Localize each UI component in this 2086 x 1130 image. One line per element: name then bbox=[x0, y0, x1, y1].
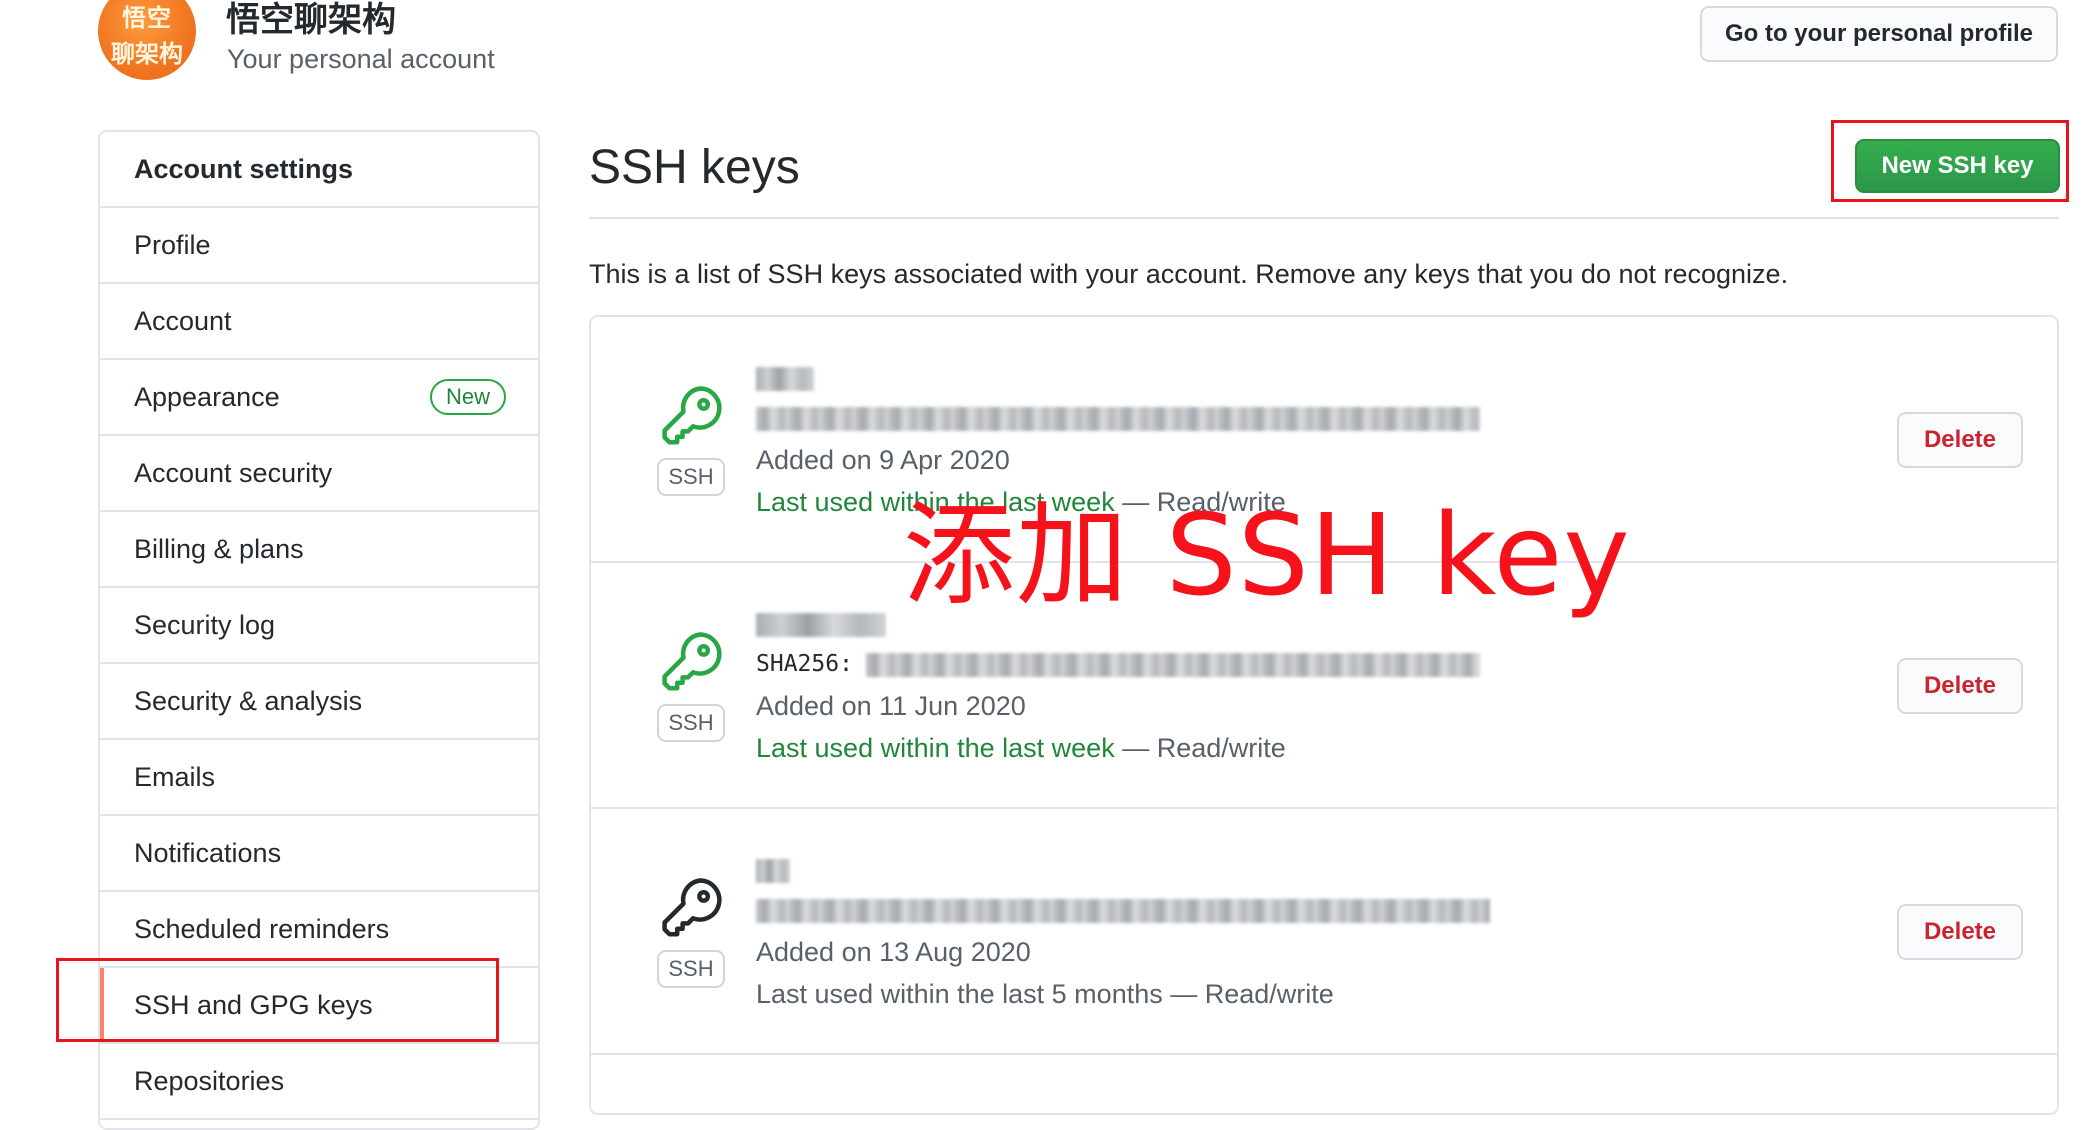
highlight-box-new-key bbox=[1831, 120, 2069, 202]
sidebar-item-repositories[interactable]: Repositories bbox=[100, 1044, 538, 1120]
key-fingerprint-redacted bbox=[756, 899, 1490, 923]
sidebar-item-label: Appearance bbox=[134, 381, 280, 412]
ssh-badge: SSH bbox=[657, 704, 725, 742]
avatar-text-line1: 悟空 bbox=[122, 4, 172, 32]
key-icon bbox=[662, 386, 722, 445]
ssh-badge: SSH bbox=[657, 950, 725, 988]
sidebar-item-appearance[interactable]: Appearance New bbox=[100, 360, 538, 436]
key-icon bbox=[662, 632, 722, 691]
ssh-key-list: SSH Added on 9 Apr 2020 Last used within… bbox=[589, 315, 2059, 1115]
go-to-profile-button[interactable]: Go to your personal profile bbox=[1700, 6, 2058, 62]
key-icon bbox=[662, 878, 722, 937]
account-name[interactable]: 悟空聊架构 bbox=[226, 0, 396, 41]
last-used-access: — Read/write bbox=[1114, 733, 1286, 763]
title-divider bbox=[589, 217, 2059, 219]
key-added-date: Added on 11 Jun 2020 bbox=[756, 691, 1026, 721]
key-fingerprint-redacted bbox=[756, 407, 1480, 431]
key-last-used: Last used within the last 5 months — Rea… bbox=[756, 979, 1334, 1010]
delete-key-button[interactable]: Delete bbox=[1897, 658, 2023, 714]
key-last-used: Last used within the last week — Read/wr… bbox=[756, 733, 1286, 764]
new-badge: New bbox=[429, 379, 506, 415]
sidebar-item-billing[interactable]: Billing & plans bbox=[100, 512, 538, 588]
sidebar-item-scheduled-reminders[interactable]: Scheduled reminders bbox=[100, 892, 538, 968]
sidebar-item-notifications[interactable]: Notifications bbox=[100, 816, 538, 892]
key-title-redacted bbox=[756, 367, 814, 391]
key-added-date: Added on 13 Aug 2020 bbox=[756, 937, 1031, 967]
sidebar-item-emails[interactable]: Emails bbox=[100, 740, 538, 816]
sidebar-item-account-security[interactable]: Account security bbox=[100, 436, 538, 512]
key-fingerprint-redacted bbox=[866, 653, 1480, 677]
sidebar-item-account[interactable]: Account bbox=[100, 284, 538, 360]
avatar[interactable]: 悟空 聊架构 bbox=[98, 0, 196, 80]
delete-key-button[interactable]: Delete bbox=[1897, 412, 2023, 468]
ssh-badge: SSH bbox=[657, 458, 725, 496]
ssh-key-row: SSH Added on 13 Aug 2020 Last used withi… bbox=[591, 809, 2057, 1055]
key-title-redacted bbox=[756, 859, 790, 883]
key-added-date: Added on 9 Apr 2020 bbox=[756, 445, 1010, 475]
highlight-box-sidebar bbox=[56, 958, 499, 1042]
last-used-access: Last used within the last 5 months — Rea… bbox=[756, 979, 1334, 1009]
sidebar-item-profile[interactable]: Profile bbox=[100, 208, 538, 284]
sidebar-heading: Account settings bbox=[100, 132, 538, 208]
sha256-label: SHA256: bbox=[756, 651, 853, 677]
annotation-add-ssh-key: 添加 SSH key bbox=[903, 491, 1631, 621]
account-subtitle: Your personal account bbox=[227, 44, 495, 74]
last-used-recent: Last used within the last week bbox=[756, 733, 1115, 763]
sidebar-item-security-log[interactable]: Security log bbox=[100, 588, 538, 664]
delete-key-button[interactable]: Delete bbox=[1897, 904, 2023, 960]
intro-text: This is a list of SSH keys associated wi… bbox=[589, 259, 1789, 289]
sidebar-item-security-analysis[interactable]: Security & analysis bbox=[100, 664, 538, 740]
page-title: SSH keys bbox=[589, 141, 800, 194]
key-title-redacted bbox=[756, 613, 886, 637]
avatar-text-line2: 聊架构 bbox=[111, 40, 183, 68]
